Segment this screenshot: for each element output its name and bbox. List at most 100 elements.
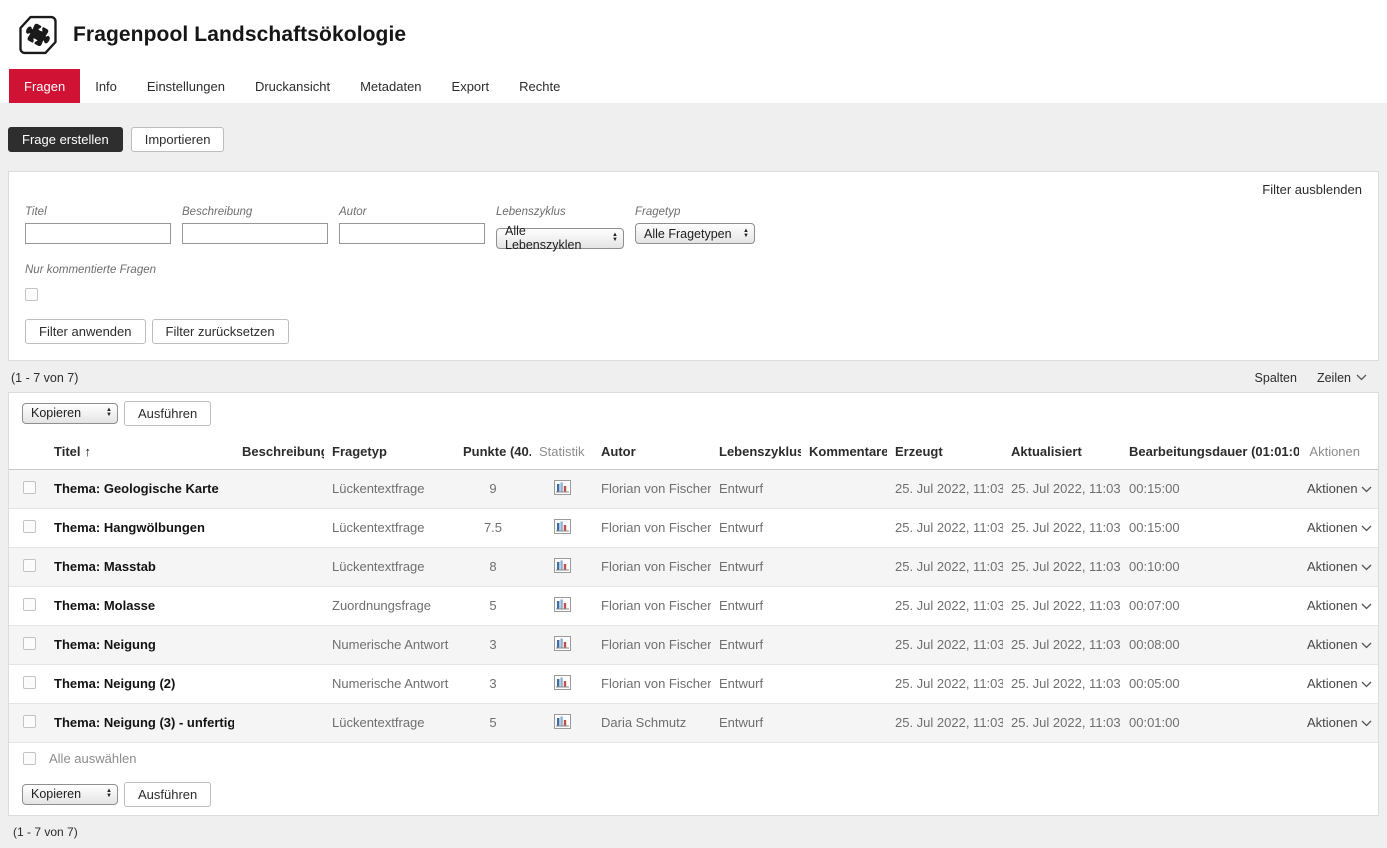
question-description <box>234 664 324 703</box>
question-updated: 25. Jul 2022, 11:03 <box>1003 664 1121 703</box>
table-row: Thema: Neigung (2)Numerische Antwort3Flo… <box>9 664 1378 703</box>
row-checkbox[interactable] <box>23 481 36 494</box>
bulk-action-select-top[interactable]: Kopieren ▲▼ <box>22 403 118 424</box>
question-lifecycle: Entwurf <box>711 703 801 742</box>
chevron-down-icon <box>1361 564 1372 571</box>
row-checkbox-cell <box>9 664 46 703</box>
question-title-link[interactable]: Thema: Hangwölbungen <box>46 508 234 547</box>
question-lifecycle: Entwurf <box>711 469 801 508</box>
question-points: 3 <box>455 625 531 664</box>
select-all-checkbox[interactable] <box>23 752 36 765</box>
tab-druckansicht[interactable]: Druckansicht <box>240 69 345 103</box>
question-title-link[interactable]: Thema: Neigung (3) - unfertig <box>46 703 234 742</box>
statistics-chart-icon[interactable] <box>554 558 571 573</box>
description-filter-input[interactable] <box>182 223 328 244</box>
select-all-row: Alle auswählen <box>9 742 1378 774</box>
question-comments <box>801 664 887 703</box>
question-title-link[interactable]: Thema: Masstab <box>46 547 234 586</box>
import-button[interactable]: Importieren <box>131 127 225 152</box>
columns-dropdown[interactable]: Spalten <box>1255 371 1297 385</box>
row-actions-dropdown[interactable]: Aktionen <box>1299 664 1378 703</box>
statistics-chart-icon[interactable] <box>554 519 571 534</box>
row-checkbox[interactable] <box>23 715 36 728</box>
bulk-action-select-bottom[interactable]: Kopieren ▲▼ <box>22 784 118 805</box>
statistics-chart-icon[interactable] <box>554 480 571 495</box>
page-header: Fragenpool Landschaftsökologie <box>0 0 1387 69</box>
column-header-title[interactable]: Titel↑ <box>46 434 234 470</box>
list-meta-bar: (1 - 7 von 7) Spalten Zeilen <box>8 361 1379 392</box>
table-row: Thema: HangwölbungenLückentextfrage7.5Fl… <box>9 508 1378 547</box>
question-comments <box>801 547 887 586</box>
row-actions-dropdown[interactable]: Aktionen <box>1299 469 1378 508</box>
column-header-comments[interactable]: Kommentare <box>801 434 887 470</box>
question-title-link[interactable]: Thema: Neigung <box>46 625 234 664</box>
row-checkbox[interactable] <box>23 520 36 533</box>
question-type: Lückentextfrage <box>324 547 455 586</box>
column-header-type[interactable]: Fragetyp <box>324 434 455 470</box>
execute-button-top[interactable]: Ausführen <box>124 401 211 426</box>
question-type: Lückentextfrage <box>324 469 455 508</box>
tab-metadaten[interactable]: Metadaten <box>345 69 436 103</box>
question-created: 25. Jul 2022, 11:03 <box>887 703 1003 742</box>
lifecycle-filter-select[interactable]: Alle Lebenszyklen ▲▼ <box>496 228 624 249</box>
page-title: Fragenpool Landschaftsökologie <box>73 23 406 47</box>
create-question-button[interactable]: Frage erstellen <box>8 127 123 152</box>
question-title-link[interactable]: Thema: Neigung (2) <box>46 664 234 703</box>
question-created: 25. Jul 2022, 11:03 <box>887 586 1003 625</box>
statistics-chart-icon[interactable] <box>554 597 571 612</box>
tab-bar: Fragen Info Einstellungen Druckansicht M… <box>0 69 1387 103</box>
question-title-link[interactable]: Thema: Geologische Karte <box>46 469 234 508</box>
row-checkbox[interactable] <box>23 559 36 572</box>
title-filter-input[interactable] <box>25 223 171 244</box>
row-actions-dropdown[interactable]: Aktionen <box>1299 625 1378 664</box>
author-filter-input[interactable] <box>339 223 485 244</box>
column-header-description[interactable]: Beschreibung <box>234 434 324 470</box>
tab-einstellungen[interactable]: Einstellungen <box>132 69 240 103</box>
question-comments <box>801 703 887 742</box>
question-table: Titel↑ Beschreibung Fragetyp Punkte (40.… <box>9 434 1378 742</box>
question-points: 8 <box>455 547 531 586</box>
commented-only-checkbox[interactable] <box>25 288 38 301</box>
question-description <box>234 469 324 508</box>
apply-filter-button[interactable]: Filter anwenden <box>25 319 146 344</box>
chevron-down-icon <box>1356 374 1367 381</box>
row-actions-dropdown[interactable]: Aktionen <box>1299 586 1378 625</box>
execute-button-bottom[interactable]: Ausführen <box>124 782 211 807</box>
title-filter-label: Titel <box>25 206 171 218</box>
column-header-lifecycle[interactable]: Lebenszyklus <box>711 434 801 470</box>
tab-rechte[interactable]: Rechte <box>504 69 575 103</box>
table-row: Thema: Neigung (3) - unfertigLückentextf… <box>9 703 1378 742</box>
column-header-updated[interactable]: Aktualisiert <box>1003 434 1121 470</box>
rows-dropdown[interactable]: Zeilen <box>1317 371 1367 385</box>
column-header-duration[interactable]: Bearbeitungsdauer (01:01:00) <box>1121 434 1299 470</box>
tab-info[interactable]: Info <box>80 69 132 103</box>
statistics-chart-icon[interactable] <box>554 714 571 729</box>
hide-filter-link[interactable]: Filter ausblenden <box>1262 182 1362 197</box>
question-points: 5 <box>455 586 531 625</box>
statistics-chart-icon[interactable] <box>554 636 571 651</box>
reset-filter-button[interactable]: Filter zurücksetzen <box>152 319 289 344</box>
column-header-points[interactable]: Punkte (40.5) <box>455 434 531 470</box>
chevron-down-icon <box>1361 603 1372 610</box>
row-checkbox-cell <box>9 508 46 547</box>
row-checkbox[interactable] <box>23 676 36 689</box>
question-pool-puzzle-icon <box>17 14 59 56</box>
bulk-action-bar-bottom: Kopieren ▲▼ Ausführen <box>9 774 1378 815</box>
question-author: Daria Schmutz <box>593 703 711 742</box>
tab-fragen[interactable]: Fragen <box>9 69 80 103</box>
row-checkbox[interactable] <box>23 598 36 611</box>
question-title-link[interactable]: Thema: Molasse <box>46 586 234 625</box>
row-checkbox[interactable] <box>23 637 36 650</box>
description-filter-label: Beschreibung <box>182 206 328 218</box>
header-checkbox-spacer <box>9 434 46 470</box>
column-header-created[interactable]: Erzeugt <box>887 434 1003 470</box>
row-actions-dropdown[interactable]: Aktionen <box>1299 703 1378 742</box>
tab-export[interactable]: Export <box>437 69 505 103</box>
statistics-chart-icon[interactable] <box>554 675 571 690</box>
row-checkbox-cell <box>9 703 46 742</box>
row-actions-dropdown[interactable]: Aktionen <box>1299 547 1378 586</box>
question-stats-cell <box>531 508 593 547</box>
column-header-author[interactable]: Autor <box>593 434 711 470</box>
questiontype-filter-select[interactable]: Alle Fragetypen ▲▼ <box>635 223 755 244</box>
row-actions-dropdown[interactable]: Aktionen <box>1299 508 1378 547</box>
